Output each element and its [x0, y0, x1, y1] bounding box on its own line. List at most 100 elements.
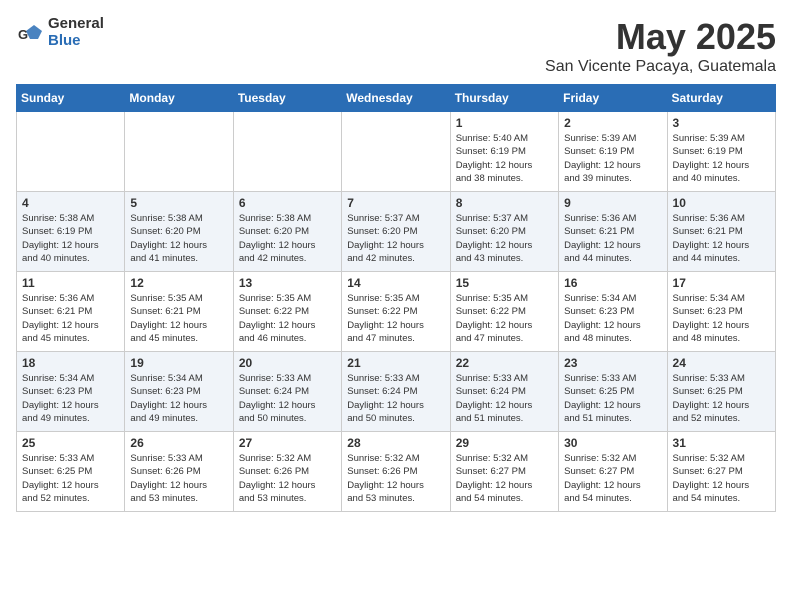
- day-info: Sunrise: 5:38 AMSunset: 6:19 PMDaylight:…: [22, 212, 119, 265]
- calendar-cell: 21 Sunrise: 5:33 AMSunset: 6:24 PMDayligh…: [342, 352, 450, 432]
- calendar-cell: 31 Sunrise: 5:32 AMSunset: 6:27 PMDayligh…: [667, 432, 775, 512]
- calendar-cell: 18 Sunrise: 5:34 AMSunset: 6:23 PMDayligh…: [17, 352, 125, 432]
- day-number: 5: [130, 196, 227, 210]
- day-info: Sunrise: 5:34 AMSunset: 6:23 PMDaylight:…: [130, 372, 227, 425]
- day-number: 7: [347, 196, 444, 210]
- day-info: Sunrise: 5:35 AMSunset: 6:22 PMDaylight:…: [239, 292, 336, 345]
- month-title: May 2025: [545, 16, 776, 58]
- day-number: 25: [22, 436, 119, 450]
- day-number: 12: [130, 276, 227, 290]
- day-info: Sunrise: 5:37 AMSunset: 6:20 PMDaylight:…: [456, 212, 553, 265]
- calendar-week-row: 18 Sunrise: 5:34 AMSunset: 6:23 PMDayligh…: [17, 352, 776, 432]
- calendar-cell: 29Sunrise: 5:32 AMSunset: 6:27 PMDayligh…: [450, 432, 558, 512]
- header-saturday: Saturday: [667, 85, 775, 112]
- day-number: 4: [22, 196, 119, 210]
- logo-blue-text: Blue: [48, 33, 104, 50]
- calendar-cell: 4 Sunrise: 5:38 AMSunset: 6:19 PMDaylight…: [17, 192, 125, 272]
- day-info: Sunrise: 5:33 AMSunset: 6:24 PMDaylight:…: [347, 372, 444, 425]
- day-info: Sunrise: 5:35 AMSunset: 6:22 PMDaylight:…: [456, 292, 553, 345]
- day-number: 8: [456, 196, 553, 210]
- calendar-cell: 13 Sunrise: 5:35 AMSunset: 6:22 PMDayligh…: [233, 272, 341, 352]
- day-info: Sunrise: 5:32 AMSunset: 6:27 PMDaylight:…: [673, 452, 770, 505]
- header-wednesday: Wednesday: [342, 85, 450, 112]
- day-info: Sunrise: 5:33 AMSunset: 6:24 PMDaylight:…: [239, 372, 336, 425]
- day-info: Sunrise: 5:40 AMSunset: 6:19 PMDaylight:…: [456, 132, 553, 185]
- day-number: 19: [130, 356, 227, 370]
- day-number: 31: [673, 436, 770, 450]
- calendar-week-row: 1 Sunrise: 5:40 AMSunset: 6:19 PMDaylight…: [17, 112, 776, 192]
- day-info: Sunrise: 5:36 AMSunset: 6:21 PMDaylight:…: [673, 212, 770, 265]
- calendar-cell: 9 Sunrise: 5:36 AMSunset: 6:21 PMDaylight…: [559, 192, 667, 272]
- day-info: Sunrise: 5:33 AMSunset: 6:25 PMDaylight:…: [564, 372, 661, 425]
- calendar-cell: 12 Sunrise: 5:35 AMSunset: 6:21 PMDayligh…: [125, 272, 233, 352]
- calendar-cell: 28 Sunrise: 5:32 AMSunset: 6:26 PMDayligh…: [342, 432, 450, 512]
- day-number: 13: [239, 276, 336, 290]
- calendar-cell: [233, 112, 341, 192]
- day-info: Sunrise: 5:36 AMSunset: 6:21 PMDaylight:…: [22, 292, 119, 345]
- day-info: Sunrise: 5:34 AMSunset: 6:23 PMDaylight:…: [22, 372, 119, 425]
- calendar-cell: 25 Sunrise: 5:33 AMSunset: 6:25 PMDayligh…: [17, 432, 125, 512]
- day-number: 22: [456, 356, 553, 370]
- calendar-cell: 6Sunrise: 5:38 AMSunset: 6:20 PMDaylight…: [233, 192, 341, 272]
- day-info: Sunrise: 5:32 AMSunset: 6:26 PMDaylight:…: [239, 452, 336, 505]
- day-number: 18: [22, 356, 119, 370]
- day-info: Sunrise: 5:33 AMSunset: 6:25 PMDaylight:…: [673, 372, 770, 425]
- day-number: 6: [239, 196, 336, 210]
- calendar-week-row: 25 Sunrise: 5:33 AMSunset: 6:25 PMDayligh…: [17, 432, 776, 512]
- header-tuesday: Tuesday: [233, 85, 341, 112]
- day-number: 30: [564, 436, 661, 450]
- day-info: Sunrise: 5:37 AMSunset: 6:20 PMDaylight:…: [347, 212, 444, 265]
- day-info: Sunrise: 5:33 AMSunset: 6:26 PMDaylight:…: [130, 452, 227, 505]
- day-number: 26: [130, 436, 227, 450]
- logo-text: General Blue: [48, 16, 104, 49]
- day-info: Sunrise: 5:32 AMSunset: 6:26 PMDaylight:…: [347, 452, 444, 505]
- day-number: 1: [456, 116, 553, 130]
- header-friday: Friday: [559, 85, 667, 112]
- calendar-cell: [342, 112, 450, 192]
- calendar-cell: 2Sunrise: 5:39 AMSunset: 6:19 PMDaylight…: [559, 112, 667, 192]
- day-number: 16: [564, 276, 661, 290]
- day-number: 14: [347, 276, 444, 290]
- location-title: San Vicente Pacaya, Guatemala: [545, 58, 776, 76]
- day-info: Sunrise: 5:34 AMSunset: 6:23 PMDaylight:…: [564, 292, 661, 345]
- day-info: Sunrise: 5:33 AMSunset: 6:24 PMDaylight:…: [456, 372, 553, 425]
- day-number: 21: [347, 356, 444, 370]
- day-number: 10: [673, 196, 770, 210]
- day-info: Sunrise: 5:38 AMSunset: 6:20 PMDaylight:…: [130, 212, 227, 265]
- calendar-cell: 30Sunrise: 5:32 AMSunset: 6:27 PMDayligh…: [559, 432, 667, 512]
- calendar-week-row: 4 Sunrise: 5:38 AMSunset: 6:19 PMDaylight…: [17, 192, 776, 272]
- calendar-cell: 23Sunrise: 5:33 AMSunset: 6:25 PMDayligh…: [559, 352, 667, 432]
- day-info: Sunrise: 5:35 AMSunset: 6:21 PMDaylight:…: [130, 292, 227, 345]
- calendar-cell: 1 Sunrise: 5:40 AMSunset: 6:19 PMDaylight…: [450, 112, 558, 192]
- header: G General Blue May 2025 San Vicente Paca…: [16, 16, 776, 76]
- day-number: 24: [673, 356, 770, 370]
- day-number: 15: [456, 276, 553, 290]
- day-info: Sunrise: 5:34 AMSunset: 6:23 PMDaylight:…: [673, 292, 770, 345]
- header-sunday: Sunday: [17, 85, 125, 112]
- day-info: Sunrise: 5:33 AMSunset: 6:25 PMDaylight:…: [22, 452, 119, 505]
- day-number: 28: [347, 436, 444, 450]
- calendar-cell: 11 Sunrise: 5:36 AMSunset: 6:21 PMDayligh…: [17, 272, 125, 352]
- day-number: 9: [564, 196, 661, 210]
- calendar-cell: 16 Sunrise: 5:34 AMSunset: 6:23 PMDayligh…: [559, 272, 667, 352]
- calendar-cell: 8 Sunrise: 5:37 AMSunset: 6:20 PMDaylight…: [450, 192, 558, 272]
- calendar-cell: 19 Sunrise: 5:34 AMSunset: 6:23 PMDayligh…: [125, 352, 233, 432]
- calendar-cell: [17, 112, 125, 192]
- day-info: Sunrise: 5:39 AMSunset: 6:19 PMDaylight:…: [673, 132, 770, 185]
- calendar-cell: 5 Sunrise: 5:38 AMSunset: 6:20 PMDaylight…: [125, 192, 233, 272]
- calendar-cell: 14Sunrise: 5:35 AMSunset: 6:22 PMDayligh…: [342, 272, 450, 352]
- calendar-cell: [125, 112, 233, 192]
- day-number: 3: [673, 116, 770, 130]
- title-section: May 2025 San Vicente Pacaya, Guatemala: [545, 16, 776, 76]
- calendar-table: SundayMondayTuesdayWednesdayThursdayFrid…: [16, 84, 776, 512]
- calendar-cell: 3 Sunrise: 5:39 AMSunset: 6:19 PMDaylight…: [667, 112, 775, 192]
- calendar-week-row: 11 Sunrise: 5:36 AMSunset: 6:21 PMDayligh…: [17, 272, 776, 352]
- day-number: 29: [456, 436, 553, 450]
- day-info: Sunrise: 5:36 AMSunset: 6:21 PMDaylight:…: [564, 212, 661, 265]
- calendar-cell: 20Sunrise: 5:33 AMSunset: 6:24 PMDayligh…: [233, 352, 341, 432]
- calendar-cell: 17Sunrise: 5:34 AMSunset: 6:23 PMDayligh…: [667, 272, 775, 352]
- day-number: 11: [22, 276, 119, 290]
- calendar-cell: 22 Sunrise: 5:33 AMSunset: 6:24 PMDayligh…: [450, 352, 558, 432]
- calendar-cell: 24 Sunrise: 5:33 AMSunset: 6:25 PMDayligh…: [667, 352, 775, 432]
- calendar-cell: 7 Sunrise: 5:37 AMSunset: 6:20 PMDaylight…: [342, 192, 450, 272]
